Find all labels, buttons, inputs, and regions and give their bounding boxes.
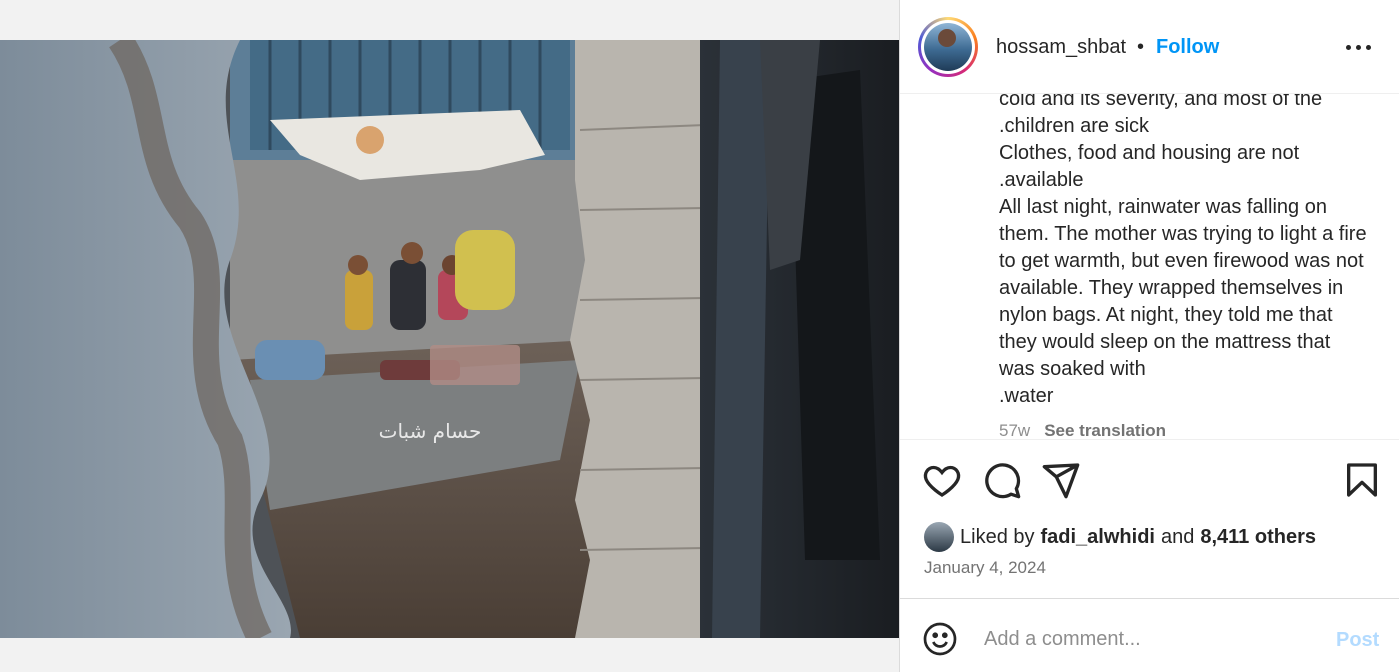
photo-pane: حسام شبات [0, 0, 899, 672]
caption-meta: 57w See translation [999, 421, 1166, 440]
post-header: hossam_shbat • Follow [900, 0, 1399, 94]
likes-joiner: and [1160, 525, 1195, 548]
liker-username[interactable]: fadi_alwhidi [1041, 526, 1155, 549]
likes-summary[interactable]: Liked by fadi_alwhidi and 8,411 others [924, 521, 1316, 553]
post-photo-image: حسام شبات [0, 40, 899, 638]
likes-others-count[interactable]: 8,411 others [1200, 526, 1316, 549]
caption-text: cold and its severity, and most of the .… [999, 94, 1367, 407]
heart-icon[interactable] [922, 460, 962, 500]
comment-icon[interactable] [982, 460, 1022, 500]
author-avatar-border [921, 20, 975, 74]
header-separator: • [1137, 36, 1145, 58]
comment-bar: Post [900, 598, 1399, 672]
post-age: 57w [999, 421, 1031, 440]
bookmark-icon[interactable] [1342, 460, 1382, 500]
more-options-icon[interactable] [1344, 37, 1374, 57]
author-avatar[interactable] [918, 17, 978, 77]
post-comment-button[interactable]: Post [1336, 629, 1379, 652]
author-avatar-image [924, 23, 972, 71]
more-dot [1366, 45, 1371, 50]
comment-input[interactable] [984, 623, 1314, 655]
liked-by-text: Liked by [960, 525, 1035, 548]
emoji-icon[interactable] [922, 621, 958, 657]
caption-area: cold and its severity, and most of the .… [900, 94, 1399, 440]
more-dot [1356, 45, 1361, 50]
see-translation-link[interactable]: See translation [1044, 421, 1166, 439]
post-date[interactable]: January 4, 2024 [924, 558, 1046, 578]
more-dot [1346, 45, 1351, 50]
post-sidebar: hossam_shbat • Follow cold and its sever… [899, 0, 1399, 672]
photo-watermark: حسام شبات [379, 419, 482, 443]
follow-button[interactable]: Follow [1156, 36, 1219, 59]
author-username[interactable]: hossam_shbat [996, 36, 1126, 59]
action-bar [900, 460, 1399, 504]
post-photo[interactable]: حسام شبات [0, 40, 899, 638]
share-icon[interactable] [1041, 460, 1081, 500]
liker-avatar[interactable] [924, 522, 954, 552]
